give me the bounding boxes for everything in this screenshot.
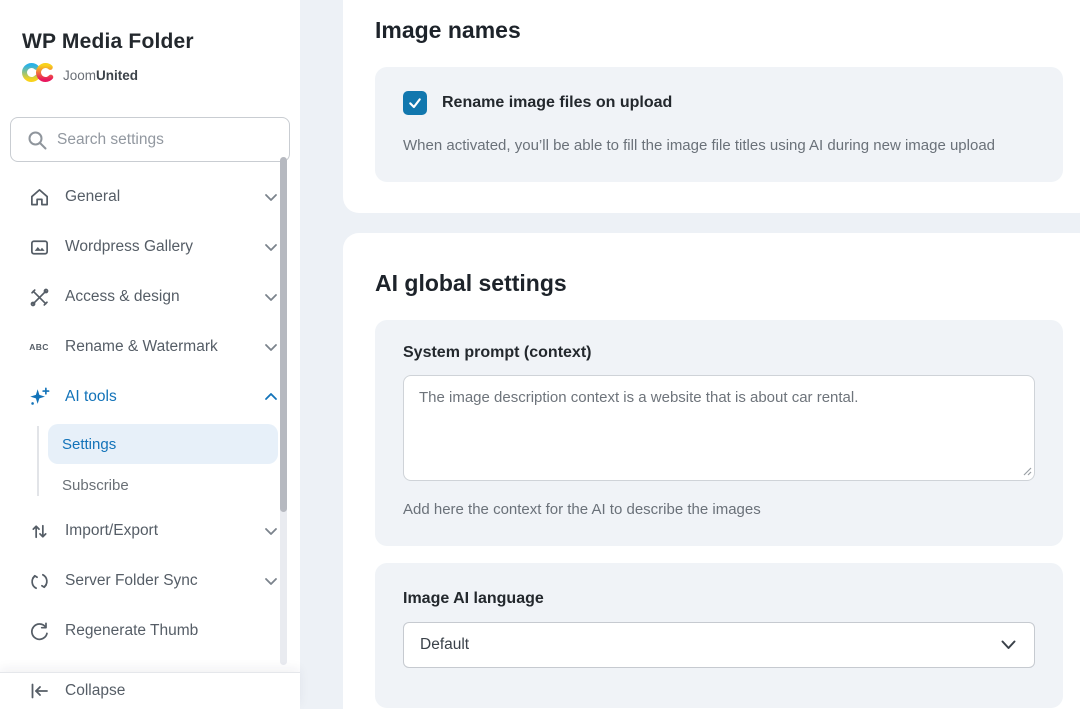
- home-icon: [28, 187, 50, 208]
- submenu-item-label: Subscribe: [62, 477, 129, 494]
- chevron-down-icon: [262, 288, 280, 306]
- collapse-label: Collapse: [65, 682, 125, 700]
- sidebar-item-label: Regenerate Thumb: [65, 622, 280, 640]
- logo-area: WP Media Folder JoomUnited: [0, 0, 300, 89]
- sidebar-scrollbar-track[interactable]: [280, 157, 287, 665]
- sparkle-icon: [28, 386, 50, 409]
- chevron-down-icon: [262, 522, 280, 540]
- sidebar-item-label: General: [65, 188, 262, 206]
- gallery-icon: [28, 237, 50, 258]
- abc-icon: ABC: [28, 342, 50, 352]
- sidebar-item-label: Import/Export: [65, 522, 262, 540]
- joomunited-brand: JoomUnited: [22, 61, 278, 89]
- chevron-down-icon: [1001, 640, 1016, 650]
- sidebar-item-label: Wordpress Gallery: [65, 238, 262, 256]
- collapse-arrow-icon: [28, 680, 50, 702]
- search-icon: [27, 130, 48, 151]
- chevron-down-icon: [262, 238, 280, 256]
- app-title: WP Media Folder: [22, 30, 278, 54]
- sidebar-item-ai-tools[interactable]: AI tools: [0, 372, 300, 422]
- chevron-up-icon: [262, 388, 280, 406]
- sync-icon: [28, 571, 50, 592]
- image-ai-language-select[interactable]: Default: [403, 622, 1035, 668]
- brand-text: JoomUnited: [63, 68, 138, 83]
- chevron-down-icon: [262, 338, 280, 356]
- submenu-item-label: Settings: [62, 436, 116, 453]
- chevron-down-icon: [262, 572, 280, 590]
- sidebar-item-label: Server Folder Sync: [65, 572, 262, 590]
- design-tools-icon: [28, 287, 50, 308]
- chevron-down-icon: [262, 188, 280, 206]
- image-names-panel: Image names Rename image files on upload…: [343, 0, 1080, 213]
- sidebar-nav: General Wordpress Gallery Access & desig…: [0, 172, 300, 706]
- system-prompt-help: Add here the context for the AI to descr…: [403, 501, 1035, 518]
- image-ai-language-label: Image AI language: [403, 590, 1035, 608]
- rename-files-description: When activated, you’ll be able to fill t…: [403, 137, 1035, 154]
- sidebar-item-rename-watermark[interactable]: ABC Rename & Watermark: [0, 322, 300, 372]
- sidebar-scrollbar-thumb[interactable]: [280, 157, 287, 512]
- sidebar-item-label: AI tools: [65, 388, 262, 406]
- select-value: Default: [420, 636, 469, 654]
- image-ai-language-card: Image AI language Default: [375, 563, 1063, 708]
- sidebar-item-wordpress-gallery[interactable]: Wordpress Gallery: [0, 222, 300, 272]
- submenu-item-settings[interactable]: Settings: [48, 424, 278, 464]
- joomunited-logo-icon: [22, 61, 56, 89]
- system-prompt-card: System prompt (context) The image descri…: [375, 320, 1063, 546]
- sidebar-item-regenerate-thumb[interactable]: Regenerate Thumb: [0, 606, 300, 656]
- resize-handle-icon[interactable]: [1022, 466, 1032, 476]
- sidebar-item-server-folder-sync[interactable]: Server Folder Sync: [0, 556, 300, 606]
- sidebar-item-import-export[interactable]: Import/Export: [0, 506, 300, 556]
- sidebar-item-access-design[interactable]: Access & design: [0, 272, 300, 322]
- rename-files-checkbox-label[interactable]: Rename image files on upload: [442, 94, 672, 112]
- refresh-icon: [28, 621, 50, 642]
- rename-files-checkbox[interactable]: [403, 91, 427, 115]
- main-content: Image names Rename image files on upload…: [300, 0, 1080, 709]
- search-input[interactable]: [11, 118, 289, 161]
- checkmark-icon: [407, 95, 423, 111]
- sidebar-item-label: Access & design: [65, 288, 262, 306]
- section-title-ai-global-settings: AI global settings: [375, 270, 1063, 297]
- collapse-button[interactable]: Collapse: [0, 672, 300, 709]
- import-export-icon: [28, 521, 50, 542]
- submenu-item-subscribe[interactable]: Subscribe: [48, 464, 278, 506]
- search-settings-box: [10, 117, 290, 162]
- sidebar-item-label: Rename & Watermark: [65, 338, 262, 356]
- sidebar-item-general[interactable]: General: [0, 172, 300, 222]
- section-title-image-names: Image names: [375, 17, 1063, 44]
- system-prompt-textarea[interactable]: The image description context is a websi…: [403, 375, 1035, 481]
- rename-on-upload-card: Rename image files on upload When activa…: [375, 67, 1063, 182]
- sidebar: WP Media Folder JoomUnited: [0, 0, 300, 709]
- ai-tools-submenu: Settings Subscribe: [0, 424, 300, 506]
- ai-global-settings-panel: AI global settings System prompt (contex…: [343, 233, 1080, 709]
- system-prompt-label: System prompt (context): [403, 344, 1035, 362]
